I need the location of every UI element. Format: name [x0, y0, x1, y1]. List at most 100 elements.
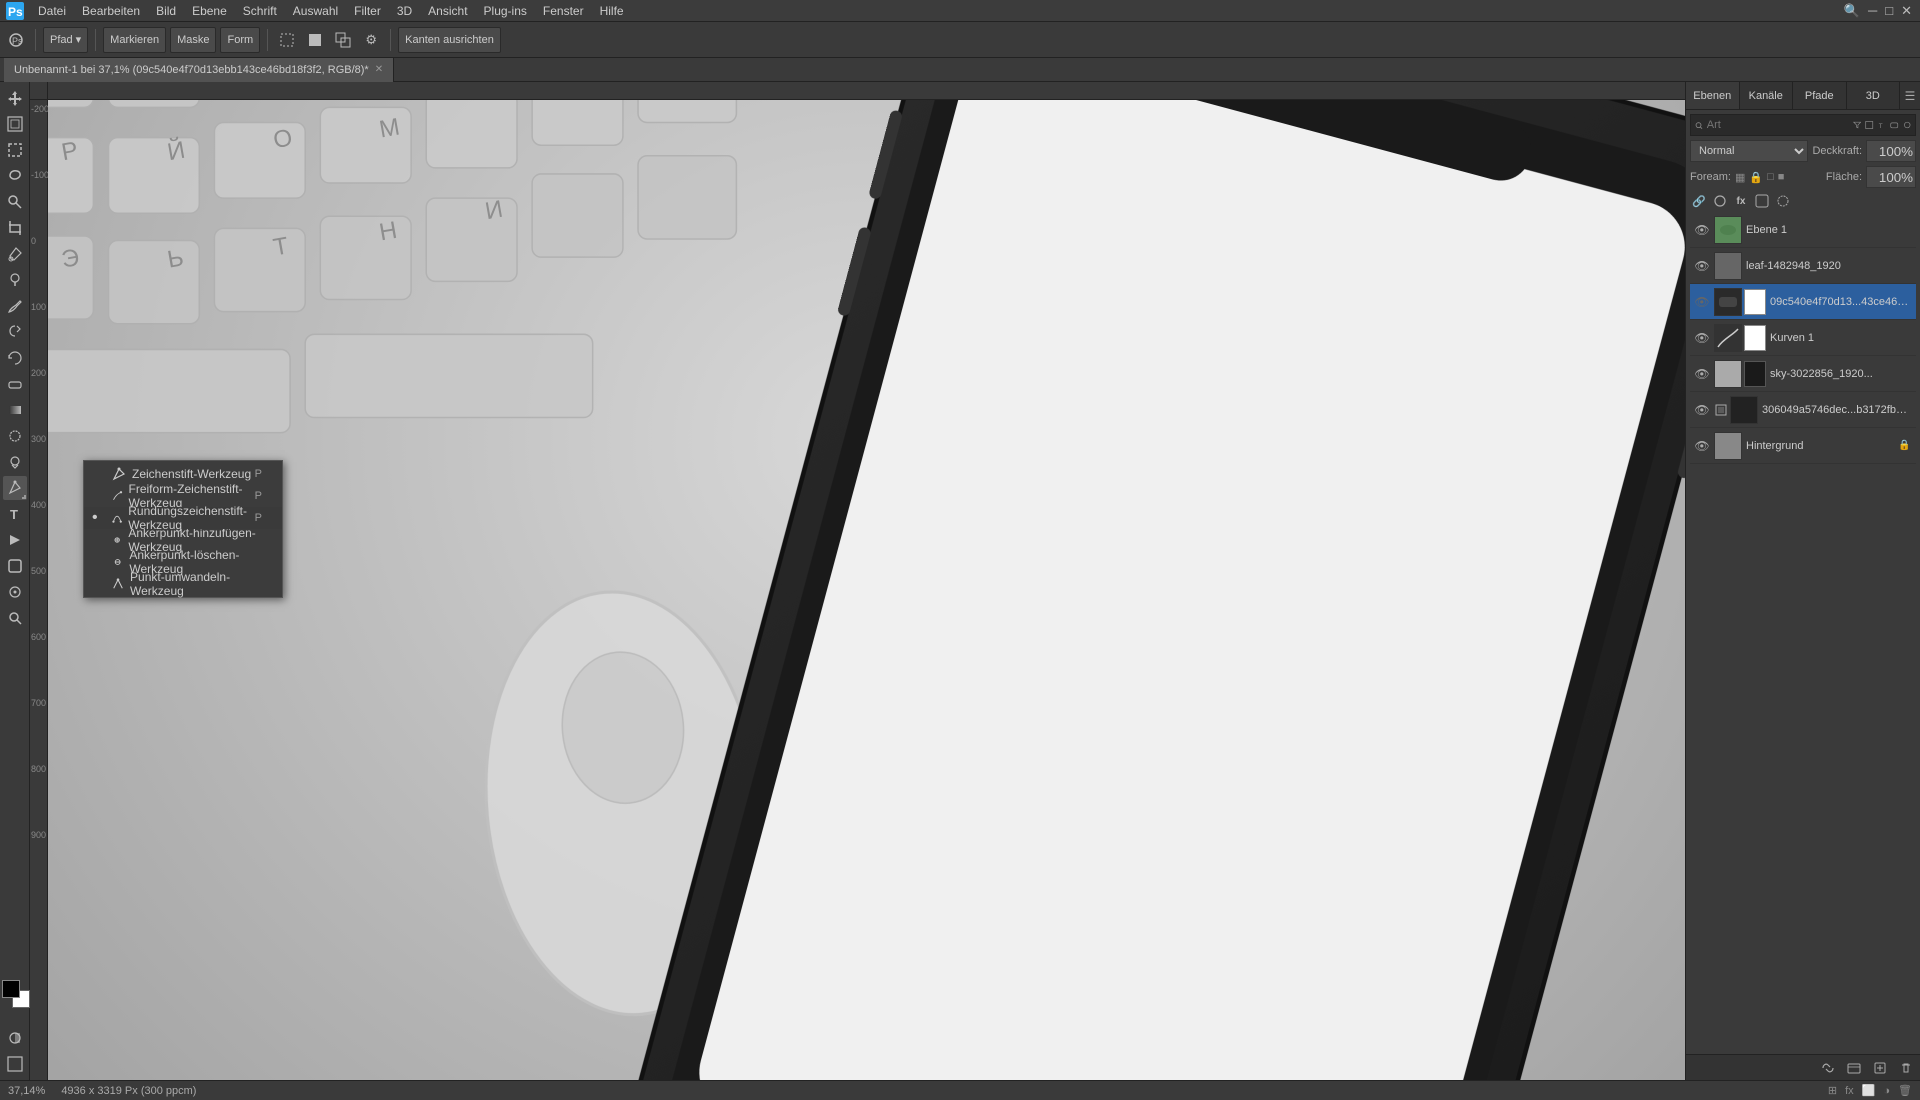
tab-ebenen[interactable]: Ebenen	[1686, 82, 1740, 109]
foream-mask-icon[interactable]	[1711, 192, 1729, 210]
foream-fx-icon[interactable]: fx	[1732, 192, 1750, 210]
minimize-btn[interactable]: ─	[1868, 3, 1877, 18]
menu-bearbeiten[interactable]: Bearbeiten	[74, 0, 148, 22]
search-icon[interactable]: 🔍	[1844, 3, 1860, 19]
lock-artboard-icon[interactable]: □	[1767, 171, 1774, 184]
layer-thumb-leaf	[1714, 252, 1742, 280]
status-icon-adj[interactable]: ◑	[1883, 1085, 1890, 1097]
layer-thumb-ebene1	[1714, 216, 1742, 244]
menu-ansicht[interactable]: Ansicht	[420, 0, 475, 22]
status-icon-grid[interactable]: ⊞	[1828, 1084, 1837, 1097]
panel-new-layer-btn[interactable]	[1870, 1058, 1890, 1078]
layer-ebene1[interactable]: 👁 Ebene 1	[1690, 212, 1916, 248]
tab-kanaele[interactable]: Kanäle	[1740, 82, 1794, 109]
layer-search-input[interactable]	[1707, 119, 1849, 131]
tool-brush[interactable]	[3, 294, 27, 318]
tool-pen[interactable]	[3, 476, 27, 500]
toolbar-form[interactable]: Form	[220, 27, 260, 53]
layer-09c540[interactable]: 👁 09c540e4f70d13...43ce46bd18f3f2	[1690, 284, 1916, 320]
foream-adj-icon[interactable]	[1753, 192, 1771, 210]
status-icon-trash[interactable]: 🗑	[1898, 1084, 1912, 1097]
toolbar-maske[interactable]: Maske	[170, 27, 216, 53]
status-icon-mask[interactable]: ⬜	[1862, 1084, 1876, 1097]
doc-tab[interactable]: Unbenannt-1 bei 37,1% (09c540e4f70d13ebb…	[4, 58, 394, 82]
canvas-viewport[interactable]: И К Л Б 〈 Т Ч З Ж # command option	[48, 100, 1685, 1080]
menu-hilfe[interactable]: Hilfe	[592, 0, 632, 22]
fill-input[interactable]	[1866, 166, 1916, 188]
tool-clone-stamp[interactable]	[3, 320, 27, 344]
layer-vis-kurven[interactable]: 👁	[1694, 330, 1710, 346]
ctx-curvature-pen[interactable]: Rundungszeichenstift-Werkzeug P	[84, 507, 282, 529]
layer-306049[interactable]: 👁 306049a5746dec...b3172fb3a6c08	[1690, 392, 1916, 428]
menu-schrift[interactable]: Schrift	[235, 0, 285, 22]
tool-move[interactable]	[3, 86, 27, 110]
layer-vis-09c540[interactable]: 👁	[1694, 294, 1710, 310]
foream-smart-icon[interactable]	[1774, 192, 1792, 210]
menu-filter[interactable]: Filter	[346, 0, 389, 22]
panel-link-btn[interactable]	[1818, 1058, 1838, 1078]
panel-new-group-btn[interactable]	[1844, 1058, 1864, 1078]
layer-vis-306049[interactable]: 👁	[1694, 402, 1710, 418]
foreground-color[interactable]	[2, 980, 20, 998]
layer-vis-sky[interactable]: 👁	[1694, 366, 1710, 382]
tool-quick-select[interactable]	[3, 190, 27, 214]
menu-bild[interactable]: Bild	[148, 0, 184, 22]
layer-vis-ebene1[interactable]: 👁	[1694, 222, 1710, 238]
tool-crop[interactable]	[3, 216, 27, 240]
context-menu: Zeichenstift-Werkzeug P Freiform-Zeichen…	[83, 460, 283, 598]
status-icon-fx[interactable]: fx	[1845, 1085, 1854, 1097]
tool-quick-mask[interactable]	[3, 1026, 27, 1050]
tool-select[interactable]	[3, 138, 27, 162]
lock-position-icon[interactable]: 🔒	[1749, 171, 1763, 184]
menu-fenster[interactable]: Fenster	[535, 0, 592, 22]
tool-shape[interactable]	[3, 554, 27, 578]
panel-delete-btn[interactable]	[1896, 1058, 1916, 1078]
toolbar-home[interactable]: Ps	[4, 28, 28, 52]
tool-zoom[interactable]	[3, 606, 27, 630]
menu-auswahl[interactable]: Auswahl	[285, 0, 346, 22]
tool-history-brush[interactable]	[3, 346, 27, 370]
tool-dodge[interactable]	[3, 450, 27, 474]
tool-blur[interactable]	[3, 424, 27, 448]
tab-pfade[interactable]: Pfade	[1793, 82, 1847, 109]
maximize-btn[interactable]: □	[1885, 3, 1893, 18]
menu-datei[interactable]: Datei	[30, 0, 74, 22]
tool-screen-mode[interactable]	[3, 1052, 27, 1076]
toolbar-fill-pixels[interactable]	[303, 28, 327, 52]
tool-lasso[interactable]	[3, 164, 27, 188]
layer-vis-leaf[interactable]: 👁	[1694, 258, 1710, 274]
layer-sky[interactable]: 👁 sky-3022856_1920...	[1690, 356, 1916, 392]
tool-spot-heal[interactable]	[3, 268, 27, 292]
menu-plugins[interactable]: Plug-ins	[476, 0, 535, 22]
ctx-convert-point[interactable]: Punkt-umwandeln-Werkzeug	[84, 573, 282, 595]
toolbar-settings[interactable]: ⚙	[359, 28, 383, 52]
opacity-input[interactable]	[1866, 140, 1916, 162]
tab-3d[interactable]: 3D	[1847, 82, 1901, 109]
tool-type[interactable]: T	[3, 502, 27, 526]
panel-menu-btn[interactable]: ☰	[1900, 82, 1920, 109]
foream-link-icon[interactable]: 🔗	[1690, 192, 1708, 210]
toolbar-combine[interactable]	[331, 28, 355, 52]
doc-tab-close[interactable]: ✕	[375, 64, 383, 75]
layer-hintergrund[interactable]: 👁 Hintergrund 🔒	[1690, 428, 1916, 464]
tool-eraser[interactable]	[3, 372, 27, 396]
tool-navigate[interactable]	[3, 580, 27, 604]
layer-kurven[interactable]: 👁 Kurven 1	[1690, 320, 1916, 356]
tool-path-select[interactable]	[3, 528, 27, 552]
menu-ebene[interactable]: Ebene	[184, 0, 235, 22]
toolbar-path-selector[interactable]: Pfad ▾	[43, 27, 88, 53]
layer-leaf[interactable]: 👁 leaf-1482948_1920	[1690, 248, 1916, 284]
close-btn[interactable]: ✕	[1901, 3, 1912, 19]
toolbar-kanten[interactable]: Kanten ausrichten	[398, 27, 501, 53]
tool-artboard[interactable]	[3, 112, 27, 136]
menu-3d[interactable]: 3D	[389, 0, 420, 22]
toolbar-make-selection[interactable]	[275, 28, 299, 52]
tool-gradient[interactable]	[3, 398, 27, 422]
tool-eyedropper[interactable]	[3, 242, 27, 266]
layer-vis-hintergrund[interactable]: 👁	[1694, 438, 1710, 454]
lock-pixels-icon[interactable]: ▦	[1735, 171, 1745, 184]
blend-mode-select[interactable]: Normal	[1690, 140, 1808, 162]
toolbar-markieren[interactable]: Markieren	[103, 27, 166, 53]
lock-all-icon[interactable]: ■	[1778, 171, 1785, 184]
layer-search[interactable]: T	[1690, 114, 1916, 136]
